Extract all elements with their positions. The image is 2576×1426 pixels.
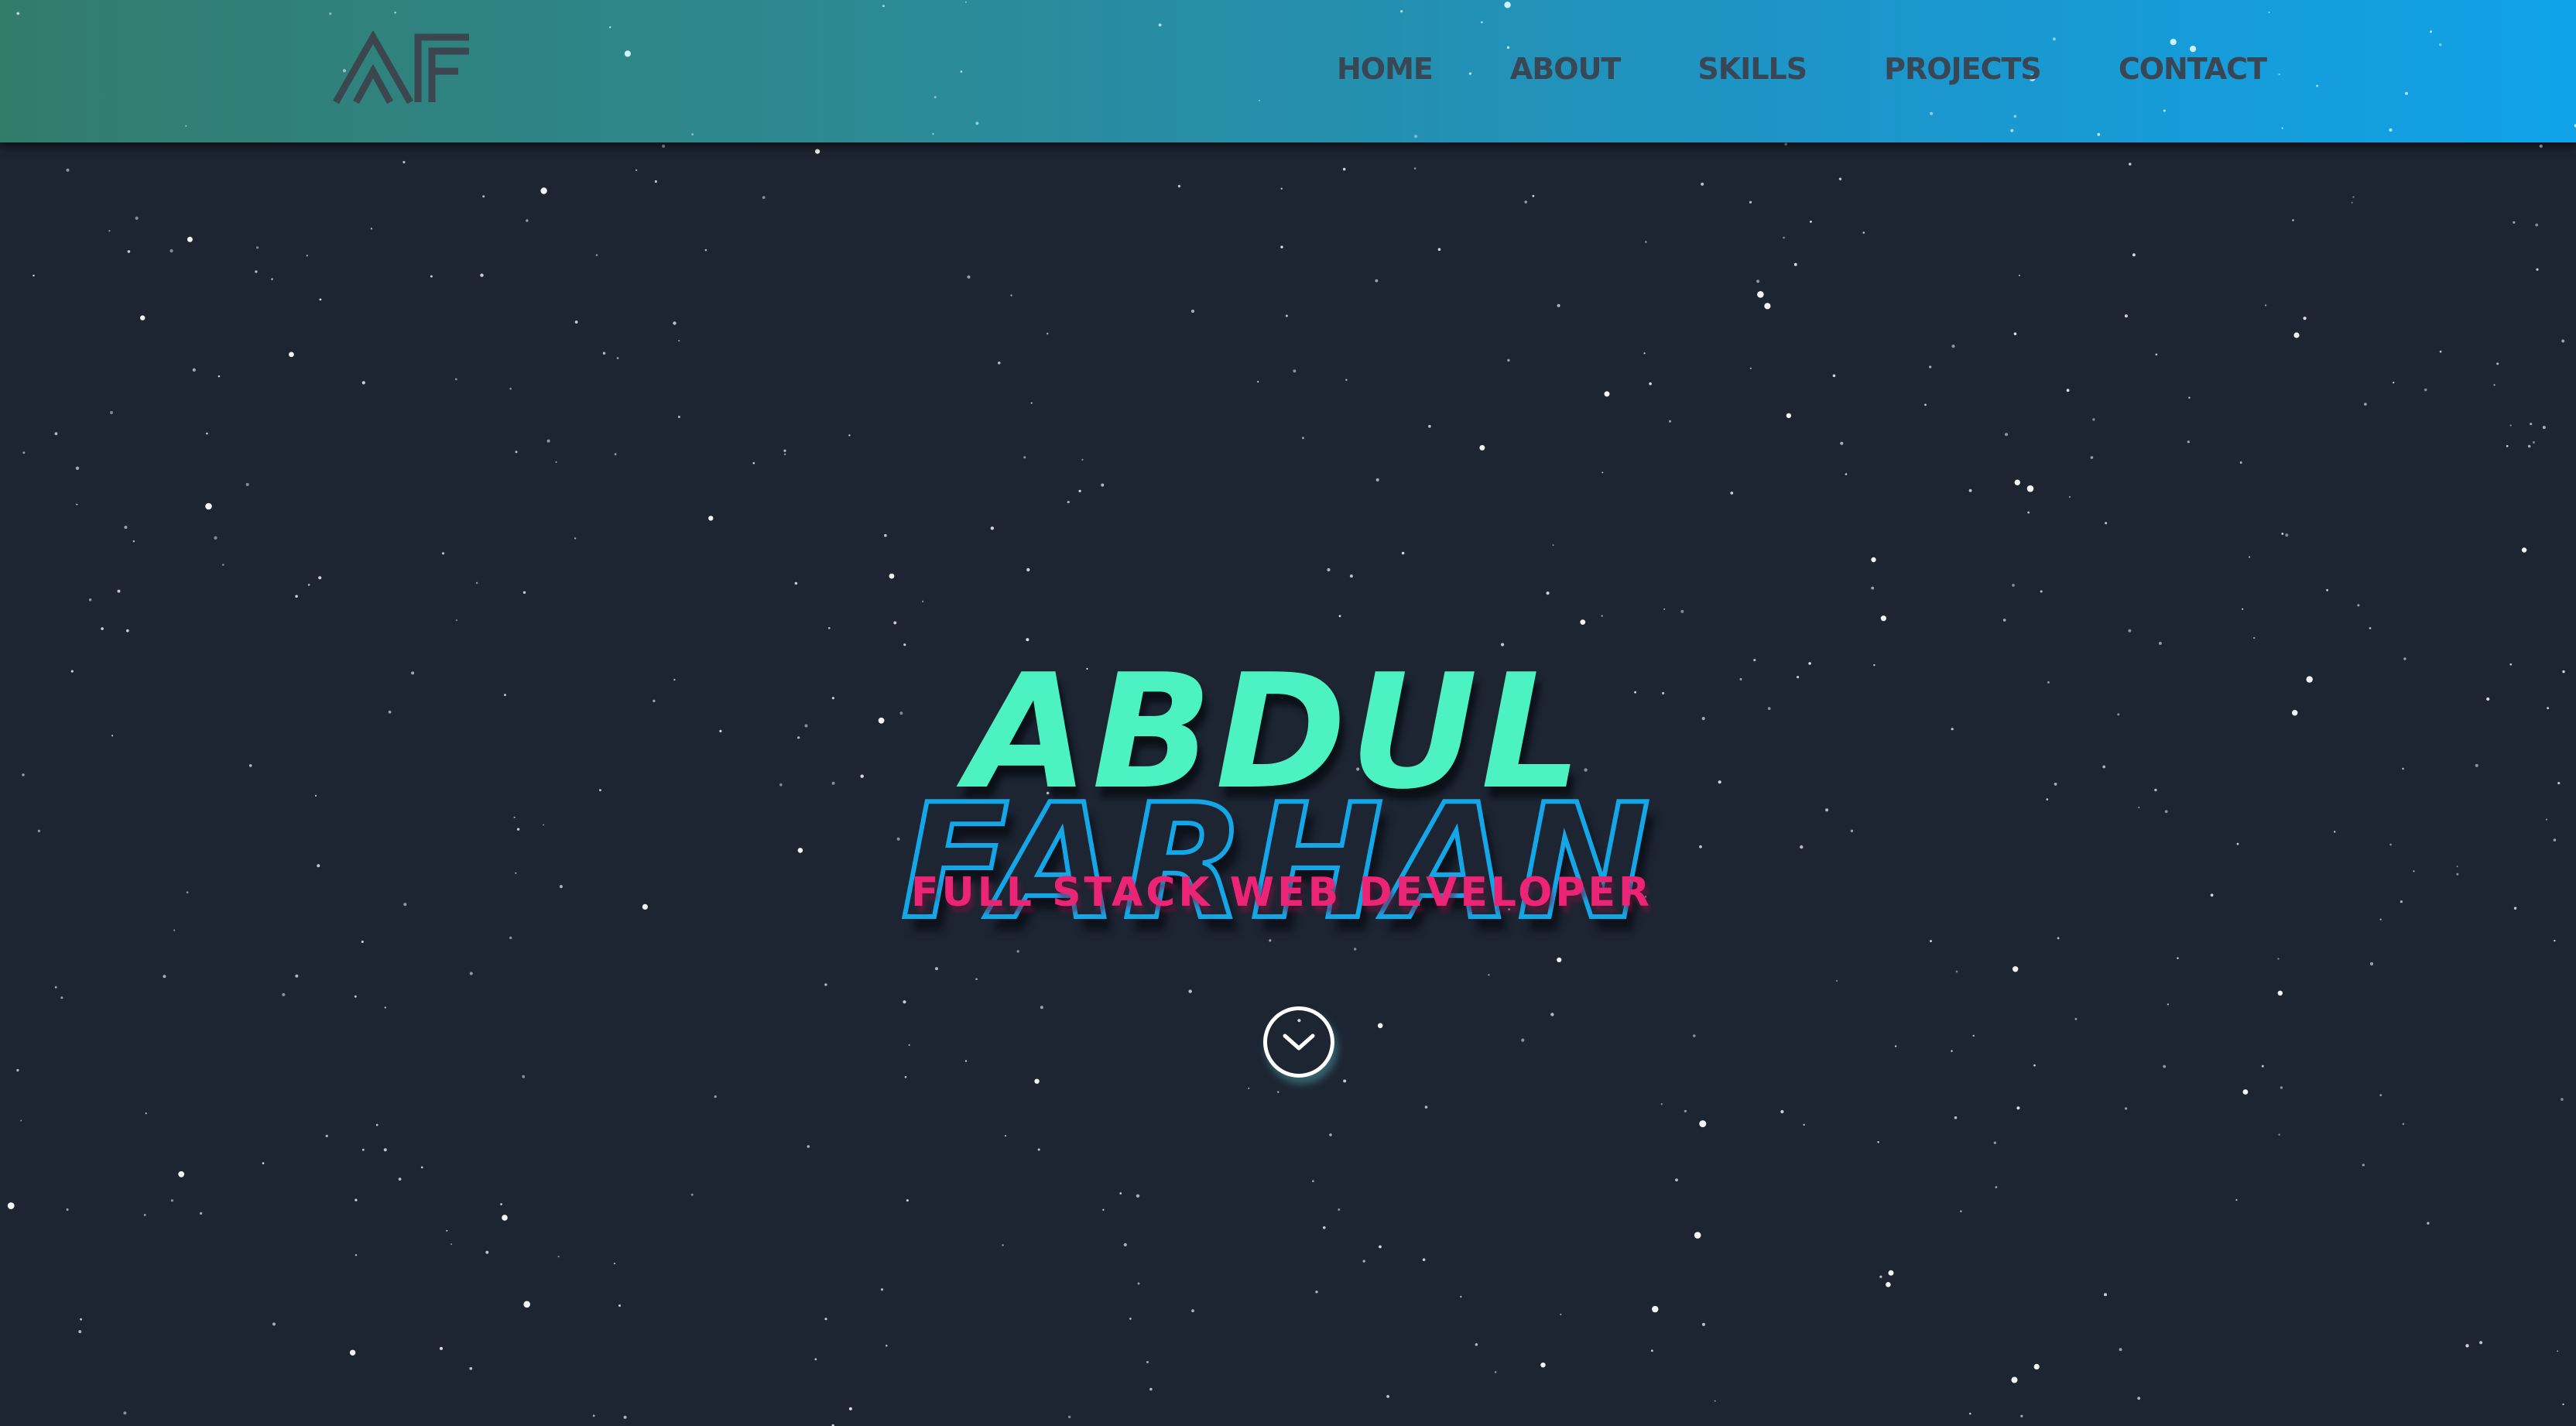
- page: HOME ABOUT SKILLS PROJECTS CONTACT ABDUL…: [0, 0, 2576, 1426]
- nav-item-home: HOME: [1337, 48, 1434, 90]
- star: [2268, 11, 2270, 14]
- star: [394, 11, 396, 14]
- nav-item-contact: CONTACT: [2119, 48, 2267, 90]
- star: [964, 1, 967, 3]
- star: [2097, 132, 2101, 136]
- star: [2010, 129, 2014, 132]
- star: [2316, 84, 2319, 87]
- star: [2013, 115, 2017, 118]
- star: [185, 125, 187, 127]
- star: [2405, 91, 2408, 95]
- logo-icon: [333, 29, 469, 105]
- hero-tagline: FULL STACK WEB DEVELOPER: [910, 869, 1653, 917]
- star: [16, 12, 20, 15]
- star: [2389, 128, 2393, 132]
- star: [2439, 43, 2442, 46]
- nav-link-contact[interactable]: CONTACT: [2119, 52, 2267, 86]
- nav-link-about[interactable]: ABOUT: [1510, 52, 1621, 86]
- chevron-down-icon: [1283, 1034, 1315, 1051]
- star: [1259, 100, 1260, 101]
- logo-af[interactable]: [333, 29, 472, 108]
- nav-link-skills[interactable]: SKILLS: [1697, 52, 1807, 86]
- nav-item-about: ABOUT: [1510, 48, 1621, 90]
- star: [329, 12, 332, 15]
- star: [1414, 135, 1418, 139]
- scroll-down-button[interactable]: [1263, 1006, 1334, 1078]
- star: [1504, 2, 1511, 9]
- star: [2281, 127, 2283, 129]
- star: [975, 122, 979, 125]
- nav-item-projects: PROJECTS: [1884, 48, 2042, 90]
- star: [882, 5, 885, 8]
- star: [960, 70, 963, 73]
- star: [624, 50, 632, 57]
- star: [932, 132, 934, 135]
- star: [609, 26, 611, 29]
- star: [1158, 23, 1162, 27]
- star: [2052, 37, 2056, 41]
- nav-link-home[interactable]: HOME: [1337, 52, 1434, 86]
- star: [1930, 111, 1934, 115]
- star: [1481, 21, 1483, 24]
- star: [2430, 30, 2432, 33]
- nav-link-projects[interactable]: PROJECTS: [1884, 52, 2042, 86]
- navbar: HOME ABOUT SKILLS PROJECTS CONTACT: [0, 0, 2576, 142]
- hero-section: ABDUL FARHAN FULL STACK WEB DEVELOPER: [0, 0, 2576, 1426]
- star: [2170, 39, 2177, 46]
- star: [933, 95, 937, 99]
- star: [2163, 109, 2166, 112]
- nav-menu: HOME ABOUT SKILLS PROJECTS CONTACT: [1337, 48, 2267, 90]
- star: [691, 133, 694, 135]
- nav-item-skills: SKILLS: [1697, 48, 1807, 90]
- star: [2278, 73, 2281, 76]
- star: [1400, 10, 1403, 13]
